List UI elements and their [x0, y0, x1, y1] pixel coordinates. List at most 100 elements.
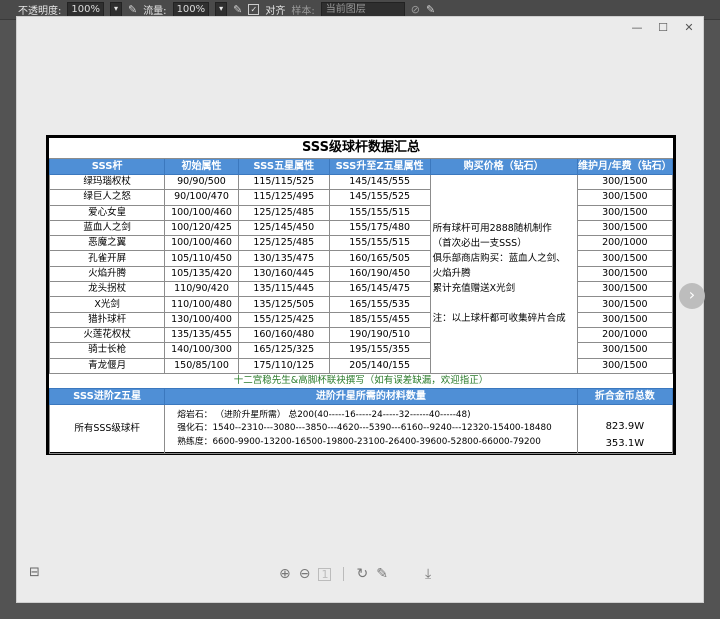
- cue-name: 绿巨人之怒: [48, 189, 166, 206]
- cue-name: 青龙偃月: [48, 357, 166, 374]
- maximize-icon[interactable]: ☐: [657, 21, 669, 34]
- cue-name: 蓝血人之剑: [48, 219, 166, 237]
- material-line: 强化石：1540--2310---3080---3850---4620---53…: [177, 423, 552, 434]
- five-star-attr: 165/125/325: [237, 342, 330, 359]
- viewer-toolbar: ⊕ ⊖ 1 ↻ ✎: [279, 566, 388, 582]
- table-row: 绿巨人之怒 90/100/470 115/125/495 145/155/525…: [48, 189, 674, 206]
- five-star-attr: 115/115/525: [237, 173, 330, 191]
- header-cell: 购买价格（钻石）: [429, 158, 578, 175]
- minimize-icon[interactable]: —: [631, 21, 643, 34]
- base-attr: 110/100/480: [164, 296, 239, 313]
- five-star-attr: 135/115/445: [237, 281, 330, 298]
- base-attr: 100/120/425: [164, 219, 239, 237]
- z-five-star-attr: 185/155/455: [328, 311, 431, 328]
- table-row: 猎扑球杆 130/100/400 155/125/425 185/155/455…: [48, 311, 674, 328]
- rotate-icon[interactable]: ↻: [356, 566, 368, 582]
- materials-cell: 熔岩石： （进阶升星所需） 总200(40-----16-----24-----…: [164, 403, 578, 454]
- fee: 300/1500: [576, 189, 674, 206]
- edit-icon[interactable]: ✎: [376, 566, 388, 582]
- credit-note: 十二宫稳先生&高脚杯联袂撰写（如有误差缺漏，欢迎指正）: [233, 374, 489, 386]
- gold-total-cell: 823.9W 353.1W: [576, 403, 674, 454]
- opacity-label: 不透明度:: [18, 6, 62, 17]
- gold-value: 353.1W: [605, 437, 645, 449]
- z-five-star-attr: 160/190/450: [328, 265, 431, 283]
- header-cell: SSS进阶Z五星: [48, 387, 166, 405]
- price-line: 注：以上球杆都可收集碎片合成: [432, 313, 566, 325]
- table-row: 火焰升腾 105/135/420 130/160/445 160/190/450…: [48, 265, 674, 283]
- table-row: 火莲花权杖 135/135/455 160/160/480 190/190/51…: [48, 326, 674, 344]
- five-star-attr: 155/125/425: [237, 311, 330, 328]
- align-label: 对齐: [265, 6, 286, 17]
- airbrush-icon[interactable]: ✎: [233, 3, 242, 16]
- flow-label: 流量:: [143, 6, 167, 17]
- price-line: 累计充值赠送X光剑: [432, 283, 516, 295]
- cue-name: 恶魔之翼: [48, 235, 166, 252]
- five-star-attr: 125/125/485: [237, 204, 330, 221]
- gold-value: 823.9W: [605, 420, 645, 432]
- five-star-attr: 160/160/480: [237, 326, 330, 344]
- table-row: 青龙偃月 150/85/100 175/110/125 205/140/155 …: [48, 357, 674, 374]
- price-line: 火焰升腾: [432, 268, 471, 280]
- sample-label: 样本:: [291, 6, 315, 17]
- material-line: 熟练度：6600-9900-13200-16500-19800-23100-26…: [177, 436, 541, 447]
- z-five-star-attr: 155/155/515: [328, 235, 431, 252]
- opacity-dropdown-icon[interactable]: ▾: [109, 2, 122, 17]
- price-line: 所有球杆可用2888随机制作: [432, 223, 552, 235]
- flow-dropdown-icon[interactable]: ▾: [215, 2, 228, 17]
- base-attr: 140/100/300: [164, 342, 239, 359]
- close-icon[interactable]: ✕: [683, 21, 695, 34]
- next-image-button[interactable]: ›: [679, 283, 705, 309]
- table-row: 绿玛瑙权杖 90/90/500 115/115/525 145/145/555 …: [48, 173, 674, 374]
- base-attr: 90/90/500: [164, 173, 239, 191]
- image-viewer-window: — ☐ ✕ SSS级球杆数据汇总 SSS杆 初始属性 SSS五星属性 SSS升至…: [16, 16, 705, 603]
- material-line: 熔岩石： （进阶升星所需） 总200(40-----16-----24-----…: [177, 409, 471, 420]
- pressure-size-icon[interactable]: ✎: [426, 3, 435, 16]
- five-star-attr: 130/135/475: [237, 250, 330, 267]
- header-cell: SSS五星属性: [237, 158, 330, 175]
- z-five-star-attr: 145/155/525: [328, 189, 431, 206]
- ignore-adjustment-icon[interactable]: ⊘: [411, 3, 420, 16]
- table-row: 爱心女皇 100/100/460 125/125/485 155/155/515…: [48, 204, 674, 221]
- table-row: 龙头拐杖 110/90/420 135/115/445 165/145/475 …: [48, 281, 674, 298]
- cue-name: X光剑: [48, 296, 166, 313]
- fee: 300/1500: [576, 250, 674, 267]
- base-attr: 100/100/460: [164, 204, 239, 221]
- pressure-opacity-icon[interactable]: ✎: [128, 3, 137, 16]
- base-attr: 150/85/100: [164, 357, 239, 374]
- thumbnail-toggle-icon[interactable]: ⊟: [29, 565, 40, 580]
- align-checkbox[interactable]: ✓: [248, 4, 260, 15]
- download-icon[interactable]: ⤓: [425, 566, 431, 582]
- header-cell: 初始属性: [164, 158, 239, 175]
- z-five-star-attr: 195/155/355: [328, 342, 431, 359]
- price-note: 所有球杆可用2888随机制作 （首次必出一支SSS） 俱乐部商店购买：蓝血人之剑…: [429, 174, 578, 374]
- cue-name: 龙头拐杖: [48, 281, 166, 298]
- cue-name: 火莲花权杖: [48, 326, 166, 344]
- spreadsheet-image: SSS级球杆数据汇总 SSS杆 初始属性 SSS五星属性 SSS升至Z五星属性 …: [46, 135, 676, 455]
- fee: 300/1500: [576, 265, 674, 283]
- table-row: 恶魔之翼 100/100/460 125/125/485 155/155/515…: [48, 235, 674, 252]
- flow-input[interactable]: 100%: [172, 2, 210, 17]
- table-row: 骑士长枪 140/100/300 165/125/325 195/155/355…: [48, 342, 674, 359]
- zoom-in-icon[interactable]: ⊕: [279, 566, 291, 582]
- base-attr: 135/135/455: [164, 326, 239, 344]
- fee: 200/1000: [576, 326, 674, 344]
- fee: 300/1500: [576, 311, 674, 328]
- table-row: X光剑 110/100/480 135/125/505 165/155/535 …: [48, 296, 674, 313]
- price-line: （首次必出一支SSS）: [432, 238, 527, 250]
- base-attr: 100/100/460: [164, 235, 239, 252]
- zoom-out-icon[interactable]: ⊖: [299, 566, 311, 582]
- cue-name: 爱心女皇: [48, 204, 166, 221]
- z-five-star-attr: 145/145/555: [328, 173, 431, 191]
- opacity-input[interactable]: 100%: [67, 2, 104, 17]
- materials-row: 所有SSS级球杆 熔岩石： （进阶升星所需） 总200(40-----16---…: [48, 403, 674, 454]
- section2-item: 所有SSS级球杆: [48, 403, 166, 454]
- cue-name: 孔雀开屏: [48, 250, 166, 267]
- z-five-star-attr: 165/155/535: [328, 296, 431, 313]
- header-cell: 进阶升星所需的材料数量: [164, 387, 578, 405]
- cue-name: 骑士长枪: [48, 342, 166, 359]
- table-row: 蓝血人之剑 100/120/425 125/145/450 155/175/48…: [48, 219, 674, 237]
- sample-select[interactable]: 当前图层: [320, 2, 405, 17]
- sheet-title: SSS级球杆数据汇总: [49, 138, 673, 159]
- fee: 300/1500: [576, 219, 674, 237]
- actual-size-icon[interactable]: 1: [318, 567, 332, 581]
